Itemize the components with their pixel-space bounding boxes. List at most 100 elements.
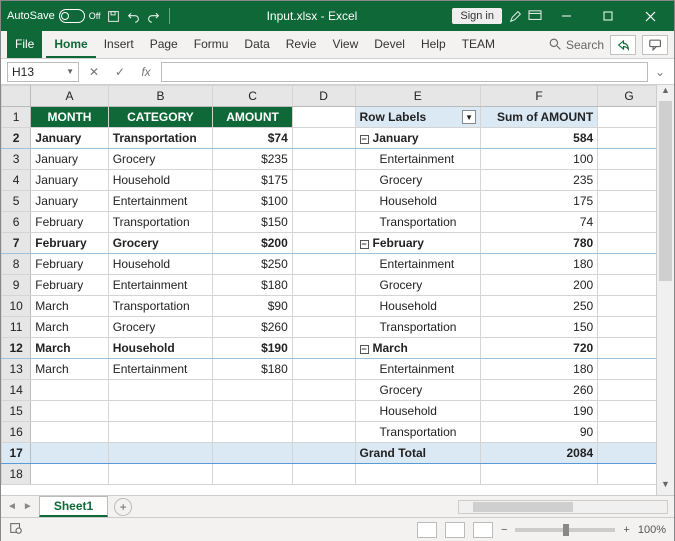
pivot-cell[interactable]: Grocery <box>355 380 481 401</box>
cell[interactable]: MONTH <box>31 107 108 128</box>
row-header[interactable]: 9 <box>2 275 31 296</box>
close-button[interactable] <box>632 2 668 30</box>
pivot-cell[interactable]: 250 <box>481 296 598 317</box>
cell[interactable] <box>108 464 213 485</box>
cell[interactable] <box>598 275 656 296</box>
cell[interactable]: $90 <box>213 296 292 317</box>
cell[interactable]: March <box>31 296 108 317</box>
tab-team[interactable]: TEAM <box>454 31 503 58</box>
tab-developer[interactable]: Devel <box>366 31 413 58</box>
cell[interactable] <box>213 443 292 464</box>
cell[interactable]: Entertainment <box>108 191 213 212</box>
pivot-cell[interactable]: 180 <box>481 254 598 275</box>
column-header-D[interactable]: D <box>292 86 355 107</box>
row-header[interactable]: 8 <box>2 254 31 275</box>
row-header[interactable]: 15 <box>2 401 31 422</box>
column-header-A[interactable]: A <box>31 86 108 107</box>
pen-icon[interactable] <box>508 9 522 23</box>
cell[interactable] <box>598 296 656 317</box>
undo-icon[interactable] <box>127 9 141 23</box>
cell[interactable] <box>598 464 656 485</box>
zoom-level[interactable]: 100% <box>638 524 666 536</box>
pivot-cell[interactable]: 780 <box>481 233 598 254</box>
column-header-B[interactable]: B <box>108 86 213 107</box>
pivot-cell[interactable]: Entertainment <box>355 254 481 275</box>
cell[interactable] <box>292 170 355 191</box>
cell[interactable] <box>598 212 656 233</box>
pivot-cell[interactable]: Entertainment <box>355 359 481 380</box>
row-header[interactable]: 6 <box>2 212 31 233</box>
cell[interactable]: Household <box>108 338 213 359</box>
pivot-cell[interactable]: 74 <box>481 212 598 233</box>
cell[interactable] <box>31 401 108 422</box>
cell[interactable] <box>213 422 292 443</box>
row-header[interactable]: 17 <box>2 443 31 464</box>
cell[interactable]: AMOUNT <box>213 107 292 128</box>
cell[interactable] <box>598 443 656 464</box>
redo-icon[interactable] <box>147 9 161 23</box>
pivot-cell[interactable]: Transportation <box>355 317 481 338</box>
cell[interactable]: $100 <box>213 191 292 212</box>
cell[interactable]: Transportation <box>108 296 213 317</box>
zoom-in-button[interactable]: + <box>623 524 629 536</box>
pivot-cell[interactable]: Transportation <box>355 422 481 443</box>
cell[interactable] <box>598 128 656 149</box>
vertical-scrollbar[interactable]: ▲ ▼ <box>656 85 674 495</box>
tab-insert[interactable]: Insert <box>96 31 142 58</box>
cell[interactable] <box>292 212 355 233</box>
cell[interactable] <box>598 191 656 212</box>
pivot-cell[interactable]: Row Labels▼ <box>355 107 481 128</box>
select-all-cell[interactable] <box>2 86 31 107</box>
cell[interactable]: January <box>31 128 108 149</box>
cell[interactable] <box>292 128 355 149</box>
tab-review[interactable]: Revie <box>278 31 325 58</box>
cell[interactable]: March <box>31 317 108 338</box>
cell[interactable] <box>292 464 355 485</box>
cell[interactable] <box>598 170 656 191</box>
cell[interactable]: Grocery <box>108 149 213 170</box>
cell[interactable] <box>213 401 292 422</box>
tab-page[interactable]: Page <box>142 31 186 58</box>
row-header[interactable]: 2 <box>2 128 31 149</box>
comments-button[interactable] <box>642 35 668 55</box>
pivot-cell[interactable]: 584 <box>481 128 598 149</box>
cancel-icon[interactable]: ✕ <box>83 63 105 81</box>
pivot-cell[interactable]: −February <box>355 233 481 254</box>
tab-nav-prev-icon[interactable]: ◄ <box>7 501 17 512</box>
pivot-cell[interactable]: Entertainment <box>355 149 481 170</box>
cell[interactable] <box>292 233 355 254</box>
cell[interactable] <box>598 338 656 359</box>
cell[interactable] <box>292 107 355 128</box>
pivot-cell[interactable]: 180 <box>481 359 598 380</box>
cell[interactable] <box>292 254 355 275</box>
cell[interactable] <box>31 464 108 485</box>
toggle-switch[interactable] <box>59 9 85 23</box>
cell[interactable]: February <box>31 212 108 233</box>
cell[interactable]: $250 <box>213 254 292 275</box>
cell[interactable] <box>292 380 355 401</box>
row-header[interactable]: 1 <box>2 107 31 128</box>
cell[interactable]: January <box>31 191 108 212</box>
maximize-button[interactable] <box>590 2 626 30</box>
row-header[interactable]: 11 <box>2 317 31 338</box>
pivot-filter-dropdown[interactable]: ▼ <box>462 110 476 124</box>
cell[interactable] <box>598 422 656 443</box>
pivot-cell[interactable]: Household <box>355 401 481 422</box>
pivot-cell[interactable]: Grocery <box>355 275 481 296</box>
tab-formulas[interactable]: Formu <box>186 31 237 58</box>
cell[interactable] <box>292 296 355 317</box>
add-sheet-button[interactable]: + <box>114 498 132 516</box>
cell[interactable] <box>598 107 656 128</box>
cell[interactable] <box>598 380 656 401</box>
page-layout-view-button[interactable] <box>445 522 465 538</box>
record-macro-icon[interactable] <box>9 521 23 538</box>
pivot-cell[interactable]: 175 <box>481 191 598 212</box>
cell[interactable] <box>292 359 355 380</box>
cell[interactable]: January <box>31 149 108 170</box>
cell[interactable] <box>213 464 292 485</box>
tab-data[interactable]: Data <box>236 31 277 58</box>
column-header-C[interactable]: C <box>213 86 292 107</box>
cell[interactable] <box>108 422 213 443</box>
cell[interactable]: February <box>31 275 108 296</box>
pivot-cell[interactable]: 235 <box>481 170 598 191</box>
